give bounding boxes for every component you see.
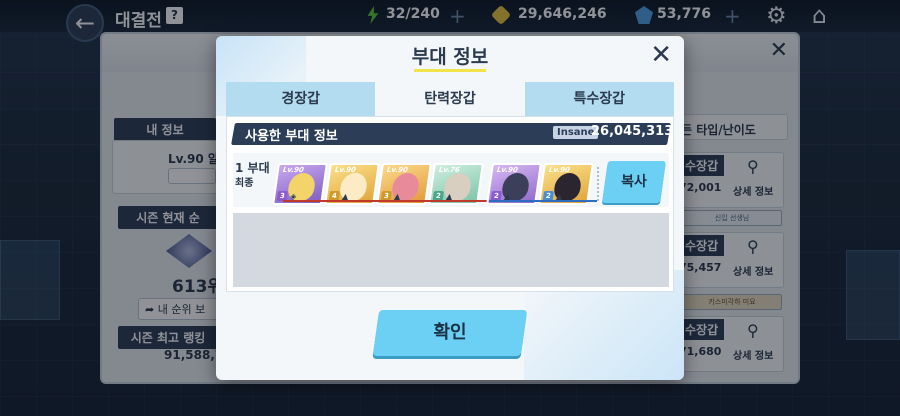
used-team-label: 사용한 부대 정보 xyxy=(245,129,338,144)
copy-button[interactable]: 복사 xyxy=(602,161,666,203)
special-portrait-1[interactable]: Lv.90 2 ▲ xyxy=(486,163,542,205)
tab-special-armor[interactable]: 특수장갑 xyxy=(524,82,674,116)
striker-portrait-3[interactable]: Lv.90 3 ▲ xyxy=(376,163,432,205)
team-info-modal: 부대 정보 ✕ 경장갑 탄력장갑 특수장갑 사용한 부대 정보 Insane 2… xyxy=(216,36,684,380)
striker-portrait-1[interactable]: Lv.90 3 ◈ xyxy=(272,163,328,205)
team-stage: 최종 xyxy=(235,178,254,189)
striker-portrait-2[interactable]: Lv.90 4 ▲ xyxy=(324,163,380,205)
close-icon[interactable]: ✕ xyxy=(650,40,672,70)
striker-portrait-4[interactable]: Lv.76 2 ▲ xyxy=(428,163,484,205)
tab-elastic-armor[interactable]: 탄력장갑 xyxy=(375,82,525,116)
empty-team-area xyxy=(233,213,669,287)
special-divider xyxy=(489,200,597,202)
team-score: 26,045,313 xyxy=(591,124,674,139)
striker-divider xyxy=(283,200,489,202)
dotted-divider xyxy=(597,167,599,203)
confirm-button[interactable]: 확인 xyxy=(372,310,528,356)
tab-light-armor[interactable]: 경장갑 xyxy=(226,82,376,116)
modal-title: 부대 정보 xyxy=(411,46,489,68)
tab-content: 사용한 부대 정보 Insane 26,045,313 1 부대 최종 Lv.9… xyxy=(226,116,674,292)
title-underline xyxy=(414,69,486,72)
armor-tabs: 경장갑 탄력장갑 특수장갑 xyxy=(226,82,674,116)
copy-label: 복사 xyxy=(621,174,647,190)
special-portrait-2[interactable]: Lv.90 2 ▲ xyxy=(538,163,594,205)
confirm-label: 확인 xyxy=(433,322,467,343)
